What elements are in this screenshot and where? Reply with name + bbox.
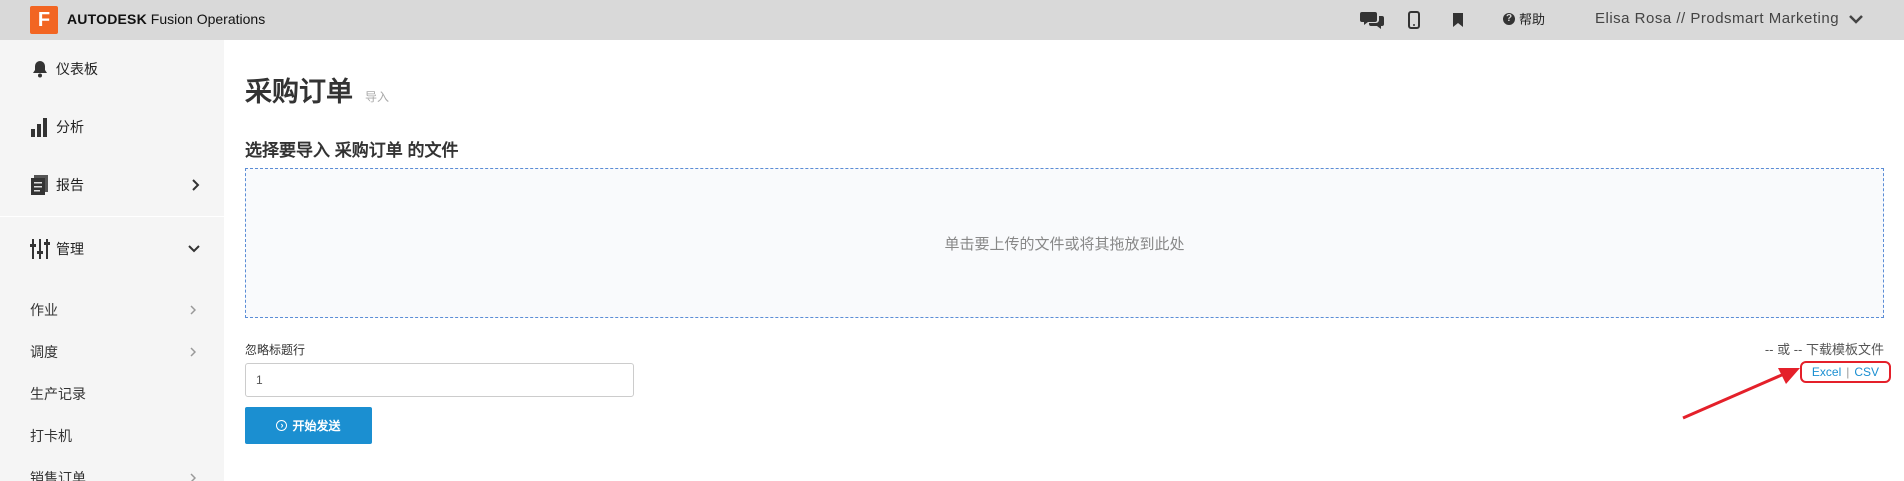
template-links: Excel | CSV	[1800, 361, 1891, 383]
chevron-down-icon	[1849, 14, 1863, 24]
sidebar: 仪表板 分析 报告 管理 作业 调度 生产记录 打卡机 销售订单	[0, 40, 224, 481]
sidebar-item-label: 仪表板	[56, 61, 98, 77]
sidebar-item-reports[interactable]: 报告	[0, 156, 224, 214]
help-link[interactable]: ? 帮助	[1503, 9, 1545, 28]
brand-product: Fusion Operations	[146, 11, 266, 27]
page-subtitle: 导入	[365, 90, 390, 104]
sidebar-divider	[0, 216, 224, 217]
report-icon	[30, 174, 50, 196]
sidebar-sub-scheduling[interactable]: 调度	[0, 331, 224, 373]
chevron-down-icon	[188, 245, 200, 253]
section-title: 选择要导入 采购订单 的文件	[245, 141, 459, 160]
brand-name[interactable]: AUTODESK Fusion Operations	[67, 11, 265, 27]
download-template-text: -- 或 -- 下载模板文件	[1764, 342, 1884, 357]
sidebar-sub-jobs[interactable]: 作业	[0, 289, 224, 331]
chevron-right-icon	[190, 347, 196, 357]
start-send-button[interactable]: › 开始发送	[245, 407, 372, 444]
sidebar-item-label: 分析	[56, 119, 84, 135]
bookmark-icon[interactable]	[1453, 6, 1463, 34]
sidebar-sub-time-clock[interactable]: 打卡机	[0, 415, 224, 457]
question-icon: ?	[1503, 12, 1515, 25]
annotation-arrow-icon	[1682, 368, 1800, 420]
sidebar-item-analytics[interactable]: 分析	[0, 98, 224, 156]
link-separator: |	[1846, 365, 1850, 379]
chevron-right-icon	[190, 473, 196, 481]
fusion-logo[interactable]: F	[30, 6, 58, 34]
page-title: 采购订单 导入	[245, 70, 389, 109]
user-menu[interactable]: Elisa Rosa // Prodsmart Marketing	[1595, 10, 1863, 27]
excel-template-link[interactable]: Excel	[1812, 365, 1841, 379]
bar-chart-icon	[30, 116, 50, 138]
help-label: 帮助	[1519, 12, 1546, 27]
sidebar-item-dashboard[interactable]: 仪表板	[0, 40, 224, 98]
sidebar-sub-label: 作业	[30, 302, 58, 318]
circle-arrow-icon: ›	[276, 420, 288, 431]
brand-bold: AUTODESK	[67, 11, 147, 27]
sidebar-item-label: 报告	[56, 177, 84, 193]
file-dropzone[interactable]: 单击要上传的文件或将其拖放到此处	[245, 168, 1884, 318]
chevron-right-icon	[192, 179, 200, 191]
dropzone-text: 单击要上传的文件或将其拖放到此处	[944, 235, 1185, 253]
mobile-icon[interactable]	[1408, 6, 1420, 34]
sidebar-sub-label: 生产记录	[30, 386, 86, 402]
user-label: Elisa Rosa // Prodsmart Marketing	[1595, 10, 1840, 27]
sidebar-sub-sales-orders[interactable]: 销售订单	[0, 457, 224, 481]
page-title-text: 采购订单	[245, 77, 353, 107]
bell-icon	[30, 58, 50, 80]
ignore-header-label: 忽略标题行	[245, 343, 306, 357]
start-send-label: 开始发送	[292, 419, 341, 433]
top-bar: F AUTODESK Fusion Operations ? 帮助 Elisa …	[0, 0, 1904, 40]
sliders-icon	[30, 238, 50, 260]
csv-template-link[interactable]: CSV	[1854, 365, 1879, 379]
sidebar-item-label: 管理	[56, 241, 84, 257]
sidebar-sub-label: 销售订单	[30, 470, 86, 481]
sidebar-sub-label: 打卡机	[30, 428, 72, 444]
sidebar-sub-production-records[interactable]: 生产记录	[0, 373, 224, 415]
sidebar-sub-label: 调度	[30, 344, 58, 360]
ignore-header-input[interactable]	[245, 363, 634, 397]
chevron-right-icon	[190, 305, 196, 315]
chat-icon[interactable]	[1360, 6, 1384, 34]
sidebar-item-manage[interactable]: 管理	[0, 220, 224, 278]
